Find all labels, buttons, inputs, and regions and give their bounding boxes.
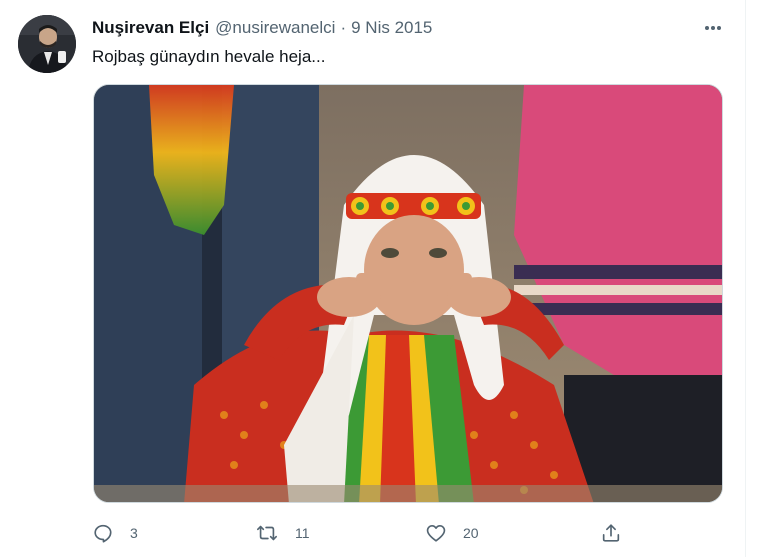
retweet-count: 11 [295, 525, 310, 541]
retweet-button[interactable]: 11 [255, 518, 310, 548]
column-divider [745, 0, 746, 557]
share-button[interactable] [600, 518, 622, 548]
reply-button[interactable]: 3 [92, 518, 138, 548]
tweet-text: Rojbaş günaydın hevale heja... [92, 47, 326, 66]
heart-icon [426, 525, 446, 542]
like-button[interactable]: 20 [425, 518, 479, 548]
more-icon [705, 26, 721, 30]
author-display-name[interactable]: Nuşirevan Elçi [92, 18, 209, 38]
tweet-header: Nuşirevan Elçi @nusirewanelci · 9 Nis 20… [92, 16, 432, 40]
more-options-button[interactable] [699, 14, 727, 42]
share-icon [602, 524, 620, 542]
avatar[interactable] [18, 15, 76, 73]
reply-count: 3 [130, 525, 138, 541]
tweet-card[interactable]: Nuşirevan Elçi @nusirewanelci · 9 Nis 20… [0, 0, 746, 557]
like-count: 20 [463, 525, 479, 541]
author-handle[interactable]: @nusirewanelci [215, 18, 335, 38]
retweet-icon [257, 525, 277, 541]
tweet-date[interactable]: 9 Nis 2015 [351, 18, 432, 38]
reply-icon [94, 524, 112, 543]
header-separator: · [340, 18, 347, 37]
tweet-photo[interactable] [93, 84, 723, 503]
tweet-actions: 3 11 20 [92, 518, 632, 548]
